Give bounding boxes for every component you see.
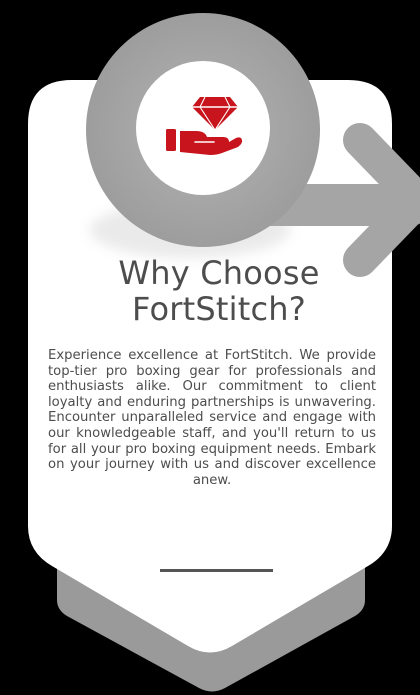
section-description: Experience excellence at FortStitch. We …: [48, 348, 376, 488]
section-title-line-2: FortStitch?: [132, 290, 306, 328]
divider: [160, 569, 273, 572]
section-title-line-1: Why Choose: [118, 254, 320, 292]
icon-badge: [136, 61, 270, 195]
section-title: Why Choose FortStitch?: [60, 255, 378, 327]
